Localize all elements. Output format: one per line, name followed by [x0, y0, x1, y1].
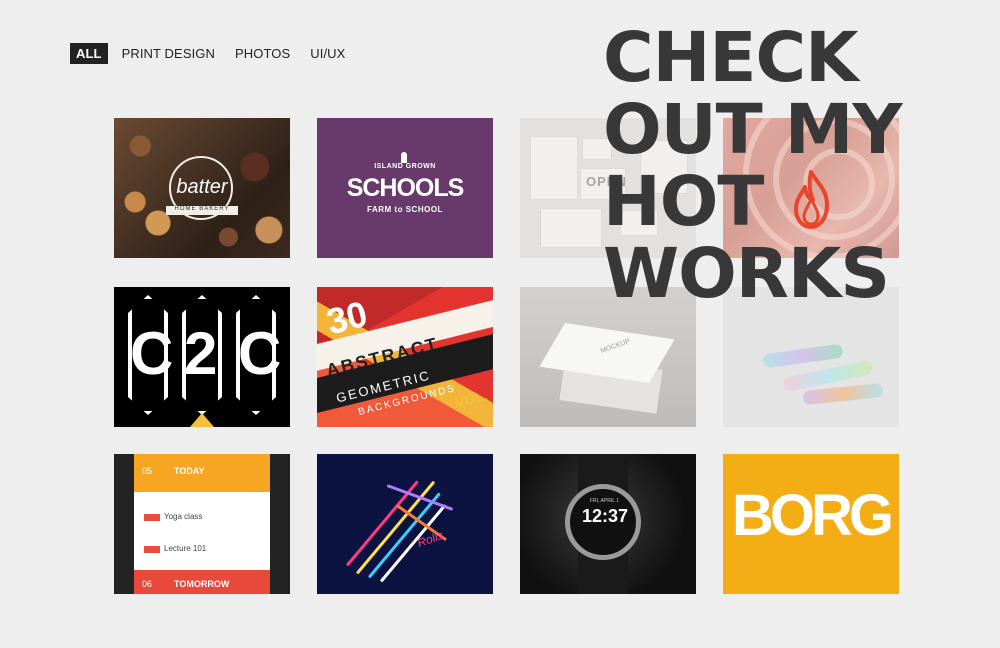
- headline-line-2: OUT MY: [603, 90, 902, 170]
- portfolio-tile-c2c[interactable]: C 2 C: [114, 287, 290, 427]
- event-row: Yoga class: [164, 512, 203, 521]
- letterhead-sheet: [530, 136, 578, 200]
- watch-time: 12:37: [582, 506, 629, 526]
- schools-sub-text: FARM to SCHOOL: [367, 205, 443, 214]
- carrot-icon: [401, 152, 407, 163]
- event-time-marker: [144, 514, 160, 521]
- portfolio-tile-line-art[interactable]: Rolls: [317, 454, 493, 594]
- filter-print-design[interactable]: PRINT DESIGN: [116, 43, 221, 64]
- phone-screen: 05 TODAY Yoga class Lecture 101 06 TOMOR…: [134, 454, 270, 594]
- borg-logo-text: BORG: [732, 483, 894, 548]
- folder: [540, 208, 602, 248]
- app-date-today: 05: [142, 466, 153, 476]
- flame-icon: [787, 169, 837, 229]
- portfolio-tile-smartwatch[interactable]: FRI, APRIL 1 12:37: [520, 454, 696, 594]
- headline-line-1: CHECK: [603, 18, 859, 98]
- app-date-tomorrow: 06: [142, 579, 153, 589]
- c2c-letter: C: [130, 320, 174, 387]
- schools-main-text: SCHOOLS: [346, 174, 465, 202]
- triangle-accent: [190, 413, 214, 427]
- portfolio-tile-calendar-app[interactable]: 05 TODAY Yoga class Lecture 101 06 TOMOR…: [114, 454, 290, 594]
- filter-photos[interactable]: PHOTOS: [229, 43, 296, 64]
- bracelet: [762, 343, 844, 369]
- volume-label: VOL.: [453, 387, 490, 411]
- headline-line-3-wrap: HOT: [603, 166, 901, 238]
- schools-top-text: ISLAND GROWN: [374, 163, 436, 170]
- watch-date: FRI, APRIL 1: [590, 498, 619, 504]
- event-row: Lecture 101: [164, 544, 207, 553]
- c2c-letter: 2: [184, 320, 218, 387]
- app-day-tomorrow: TOMORROW: [174, 579, 230, 589]
- portfolio-tile-batter[interactable]: batter HOME BAKERY: [114, 118, 290, 258]
- portfolio-tile-borg[interactable]: BORG: [723, 454, 899, 594]
- portfolio-tile-schools[interactable]: ISLAND GROWN SCHOOLS FARM to SCHOOL: [317, 118, 493, 258]
- portfolio-filter-nav: ALL PRINT DESIGN PHOTOS UI/UX: [70, 43, 359, 64]
- filter-ui-ux[interactable]: UI/UX: [304, 43, 351, 64]
- event-time-marker: [144, 546, 160, 553]
- headline-line-4: WORKS: [603, 234, 890, 314]
- portfolio-tile-abstract[interactable]: 30 ABSTRACT GEOMETRIC BACKGROUNDS VOL.: [317, 287, 493, 427]
- batter-logo-text: batter: [176, 176, 228, 198]
- page-headline: CHECK OUT MY HOT WORKS: [603, 18, 902, 314]
- c2c-letter: C: [238, 320, 282, 387]
- bracelet: [802, 382, 884, 406]
- filter-all[interactable]: ALL: [70, 43, 108, 64]
- app-day-today: TODAY: [174, 466, 205, 476]
- headline-line-3: HOT: [603, 162, 764, 242]
- batter-subtitle: HOME BAKERY: [174, 206, 230, 212]
